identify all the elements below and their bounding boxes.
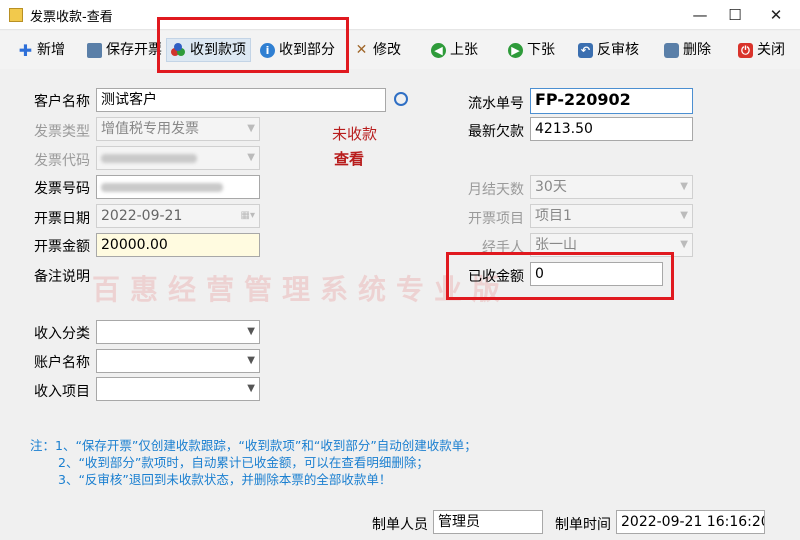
note-line-3: 3、“反审核”退回到未收款状态，并删除本票的全部收款单！ xyxy=(58,472,392,487)
income-category-select[interactable]: ▼ xyxy=(96,320,260,344)
arrow-right-icon: ▶ xyxy=(508,42,523,58)
trash-icon xyxy=(664,42,679,58)
new-label: 新增 xyxy=(37,42,65,58)
invoice-type-select[interactable]: 增值税专用发票 ▼ xyxy=(96,117,260,141)
close-button[interactable]: ⏻ 关闭 xyxy=(738,38,785,62)
prev-label: 上张 xyxy=(450,42,478,58)
income-item-select[interactable]: ▼ xyxy=(96,377,260,401)
prev-button[interactable]: ◀ 上张 xyxy=(431,38,478,62)
invoice-code-label: 发票代码 xyxy=(34,153,90,169)
maximize-button[interactable]: ☐ xyxy=(715,0,755,30)
next-button[interactable]: ▶ 下张 xyxy=(508,38,555,62)
amount-label: 开票金额 xyxy=(34,239,90,255)
customer-label: 客户名称 xyxy=(34,94,90,110)
window-title: 发票收款-查看 xyxy=(30,10,113,25)
chevron-down-icon: ▼ xyxy=(680,210,688,221)
create-time-field[interactable]: 2022-09-21 16:16:20 xyxy=(616,510,765,534)
item-label: 开票项目 xyxy=(468,211,524,227)
next-label: 下张 xyxy=(527,42,555,58)
save-icon xyxy=(87,42,102,58)
chevron-down-icon: ▼ xyxy=(680,181,688,192)
close-label: 关闭 xyxy=(757,42,785,58)
edit-button[interactable]: ✕ 修改 xyxy=(354,38,401,62)
view-mode-label: 查看 xyxy=(334,150,365,168)
account-select[interactable]: ▼ xyxy=(96,349,260,373)
remark-label: 备注说明 xyxy=(34,269,90,285)
invoice-date-value: 2022-09-21 xyxy=(101,208,183,224)
customer-input[interactable]: 测试客户 xyxy=(96,88,386,112)
chevron-down-icon: ▼ xyxy=(247,355,255,366)
settle-days-label: 月结天数 xyxy=(468,182,524,198)
settle-days-value: 30天 xyxy=(535,179,567,195)
invoice-no-input[interactable] xyxy=(96,175,260,199)
close-window-button[interactable]: ✕ xyxy=(756,0,796,30)
unapprove-label: 反审核 xyxy=(597,42,639,58)
invoice-no-label: 发票号码 xyxy=(34,181,90,197)
balance-label: 最新欠款 xyxy=(468,124,524,140)
redacted-value xyxy=(101,154,197,163)
income-category-label: 收入分类 xyxy=(34,326,90,342)
redacted-value xyxy=(101,183,223,192)
creator-label: 制单人员 xyxy=(372,517,428,533)
highlight-box-received xyxy=(446,252,674,300)
undo-icon: ↶ xyxy=(578,42,593,58)
invoice-date-label: 开票日期 xyxy=(34,211,90,227)
new-button[interactable]: ✚ 新增 xyxy=(18,38,65,62)
payment-status: 未收款 xyxy=(332,125,378,143)
handler-value: 张一山 xyxy=(535,237,577,253)
item-select[interactable]: 项目1 ▼ xyxy=(530,204,693,228)
account-label: 账户名称 xyxy=(34,355,90,371)
serial-label: 流水单号 xyxy=(468,96,524,112)
delete-button[interactable]: 删除 xyxy=(664,38,711,62)
unapprove-button[interactable]: ↶ 反审核 xyxy=(578,38,639,62)
highlight-box-toolbar xyxy=(157,17,349,73)
item-value: 项目1 xyxy=(535,208,572,224)
chevron-down-icon: ▼ xyxy=(247,152,255,163)
edit-label: 修改 xyxy=(373,42,401,58)
create-time-label: 制单时间 xyxy=(555,517,611,533)
chevron-down-icon: ▼ xyxy=(247,383,255,394)
save-invoice-button[interactable]: 保存开票 xyxy=(87,38,162,62)
toolbar: ✚ 新增 保存开票 收到款项 i 收到部分 ✕ 修改 ◀ 上张 ▶ 下张 ↶ 反… xyxy=(0,31,800,69)
amount-input[interactable]: 20000.00 xyxy=(96,233,260,257)
app-icon xyxy=(9,8,23,22)
chevron-down-icon: ▼ xyxy=(247,326,255,337)
invoice-code-select[interactable]: ▼ xyxy=(96,146,260,170)
save-invoice-label: 保存开票 xyxy=(106,42,162,58)
search-icon[interactable] xyxy=(394,92,408,106)
settle-days-select[interactable]: 30天 ▼ xyxy=(530,175,693,199)
plus-icon: ✚ xyxy=(18,40,33,60)
chevron-down-icon: ▼ xyxy=(247,123,255,134)
invoice-date-picker[interactable]: 2022-09-21 ▦▾ xyxy=(96,204,260,228)
power-icon: ⏻ xyxy=(738,42,753,58)
invoice-type-label: 发票类型 xyxy=(34,124,90,140)
invoice-type-value: 增值税专用发票 xyxy=(101,121,199,137)
serial-number-field[interactable]: FP-220902 xyxy=(530,88,693,114)
chevron-down-icon: ▼ xyxy=(680,239,688,250)
minimize-button[interactable]: — xyxy=(680,0,720,30)
balance-field[interactable]: 4213.50 xyxy=(530,117,693,141)
tools-icon: ✕ xyxy=(355,41,368,58)
arrow-left-icon: ◀ xyxy=(431,42,446,58)
delete-label: 删除 xyxy=(683,42,711,58)
calendar-icon: ▦▾ xyxy=(240,210,255,221)
title-bar: 发票收款-查看 — ☐ ✕ xyxy=(0,0,800,30)
creator-field[interactable]: 管理员 xyxy=(433,510,543,534)
income-item-label: 收入项目 xyxy=(34,384,90,400)
